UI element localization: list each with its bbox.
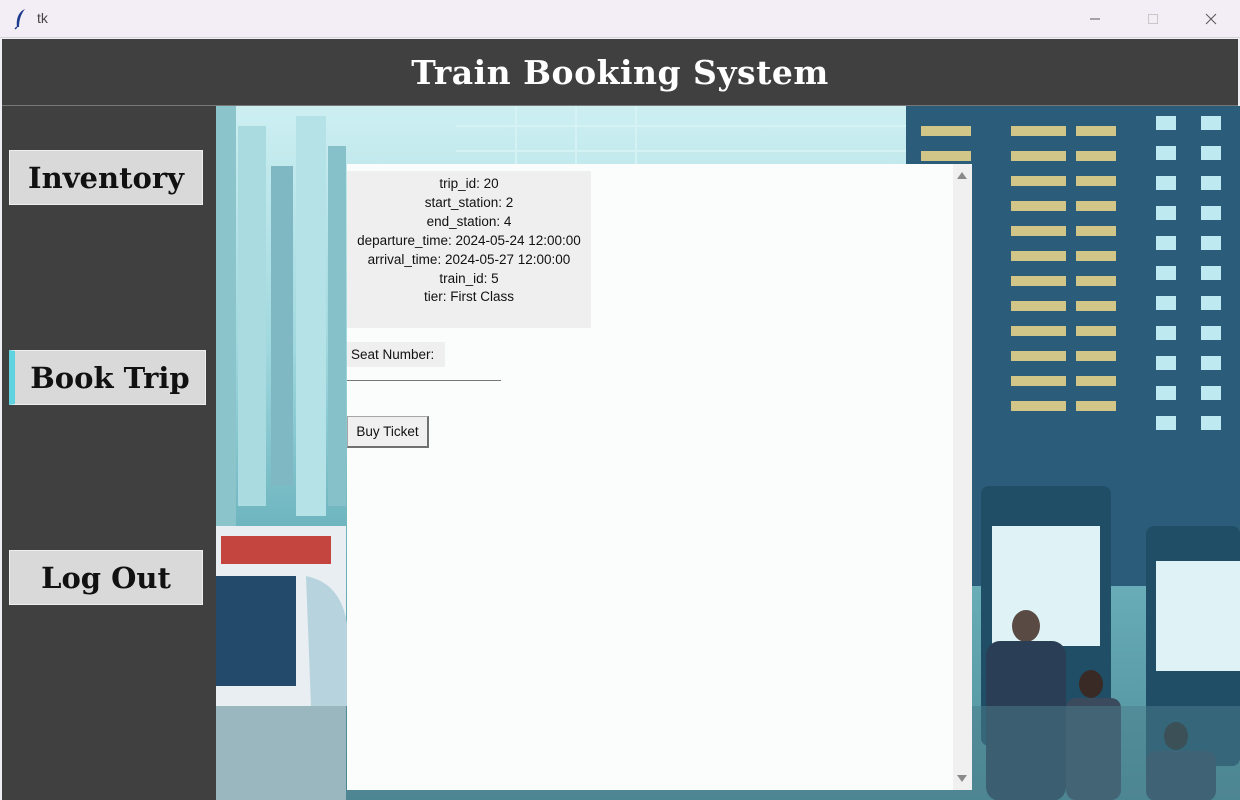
maximize-icon	[1148, 14, 1158, 24]
trip-detail-line: train_id: 5	[439, 270, 499, 286]
trip-detail-line: tier: First Class	[423, 289, 514, 305]
window-titlebar: tk	[0, 0, 1240, 38]
log-out-button[interactable]: Log Out	[9, 550, 203, 605]
close-button[interactable]	[1182, 0, 1240, 38]
sidebar: Inventory Book Trip Log Out	[2, 106, 216, 800]
minimize-icon	[1090, 18, 1100, 20]
trip-detail-line: end_station: 4	[426, 213, 512, 229]
trip-details: trip_id: 20 start_station: 2 end_station…	[347, 171, 591, 328]
window-title: tk	[37, 10, 48, 26]
inventory-button[interactable]: Inventory	[9, 150, 203, 205]
close-icon	[1205, 13, 1217, 25]
seat-number-label: Seat Number:	[347, 342, 445, 367]
trip-detail-line: departure_time: 2024-05-24 12:00:00	[357, 232, 581, 248]
app-header: Train Booking System	[2, 39, 1238, 106]
trip-detail-line: arrival_time: 2024-05-27 12:00:00	[367, 251, 571, 267]
vertical-scrollbar[interactable]	[953, 164, 972, 790]
seat-number-input[interactable]	[347, 367, 501, 381]
minimize-button[interactable]	[1066, 0, 1124, 38]
book-trip-button[interactable]: Book Trip	[9, 350, 206, 405]
scroll-up-arrow-icon[interactable]	[957, 172, 967, 179]
maximize-button[interactable]	[1124, 0, 1182, 38]
buy-ticket-button[interactable]: Buy Ticket	[347, 416, 429, 448]
feather-icon	[14, 9, 25, 30]
trip-detail-line: trip_id: 20	[439, 176, 499, 191]
trip-detail-line: start_station: 2	[424, 194, 514, 210]
app-title: Train Booking System	[411, 53, 829, 92]
scroll-down-arrow-icon[interactable]	[957, 775, 967, 782]
